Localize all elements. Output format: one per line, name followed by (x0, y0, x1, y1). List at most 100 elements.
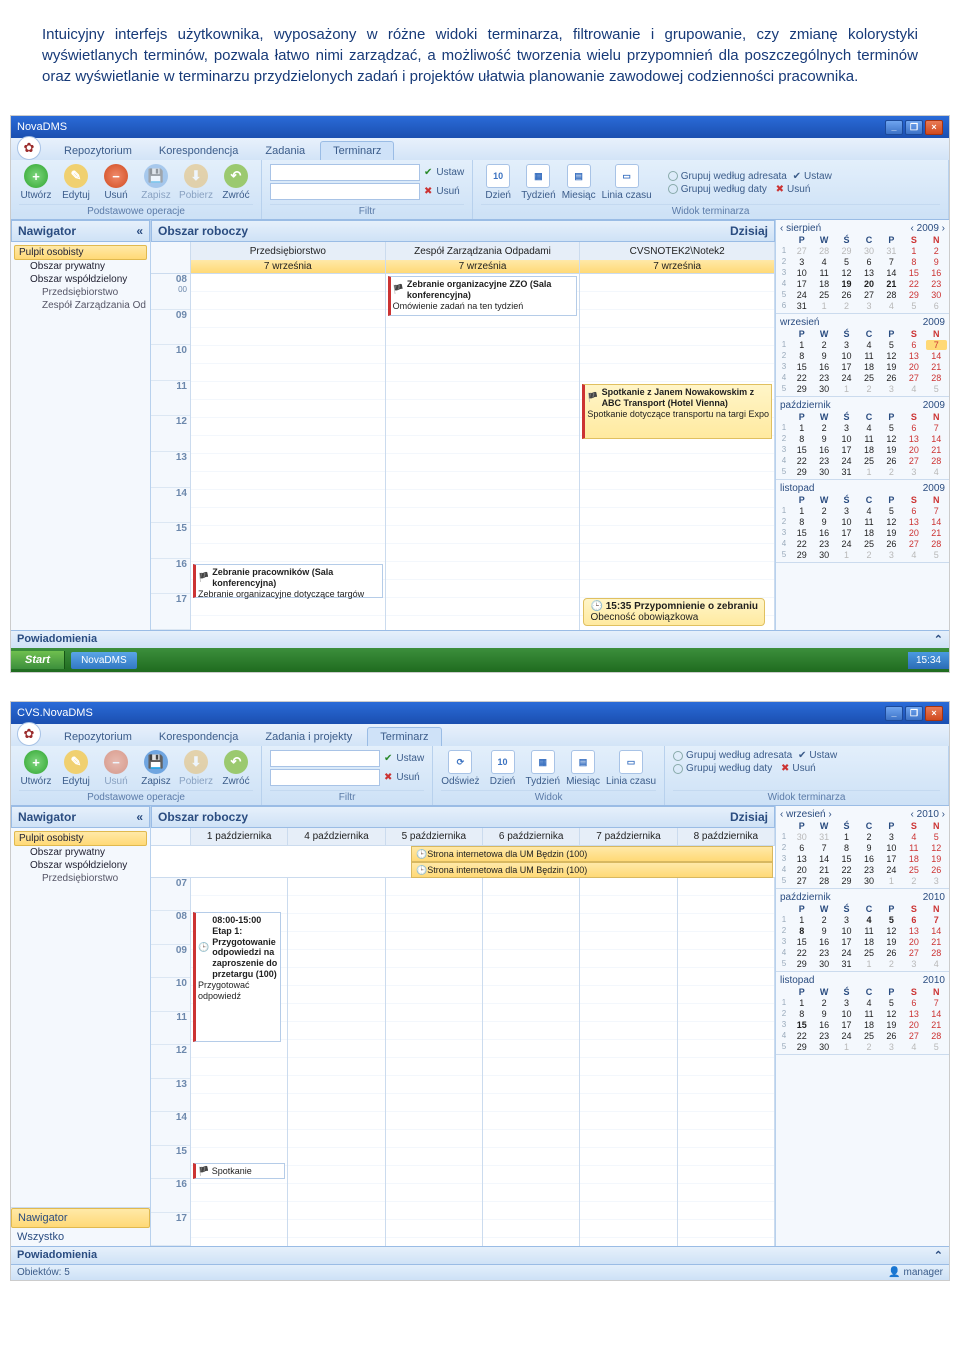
allday-event[interactable]: 🕒 Strona internetowa dla UM Będzin (100) (411, 862, 773, 878)
day-column[interactable] (483, 878, 580, 1246)
taskbar-app[interactable]: NovaDMS (71, 652, 137, 669)
nav-item[interactable]: Przedsiębiorstwo (14, 872, 147, 885)
view-timeline[interactable]: ▭Linia czasu (602, 164, 652, 201)
minimize-icon[interactable]: _ (885, 706, 903, 721)
filter-del[interactable]: Usuń (396, 772, 419, 783)
day-column[interactable]: 🏴 Zebranie pracowników (Sala konferencyj… (191, 274, 386, 630)
save-button[interactable]: 💾Zapisz (139, 750, 173, 787)
nav-item[interactable]: Przedsiębiorstwo (14, 286, 147, 299)
mini-cal[interactable]: październik2009 PWŚCPSN11234567289101112… (776, 397, 949, 480)
view-day[interactable]: 10Dzień (481, 164, 515, 201)
gear-icon[interactable]: ✿ (17, 136, 41, 160)
navigator-title: Nawigator (18, 224, 76, 238)
view-month[interactable]: ▤Miesiąc (566, 750, 600, 787)
mini-cal[interactable]: wrzesień2009 PWŚCPSN11234567289101112131… (776, 314, 949, 397)
group-by-recipient[interactable]: Grupuj według adresata ✔ Ustaw (668, 171, 832, 182)
nav-item[interactable]: Obszar prywatny (14, 846, 147, 859)
ribbon: +Utwórz ✎Edytuj −Usuń 💾Zapisz ⬇Pobierz ↶… (11, 160, 949, 220)
nav-root[interactable]: Pulpit osobisty (14, 245, 147, 260)
create-button[interactable]: +Utwórz (19, 750, 53, 787)
save-button[interactable]: 💾Zapisz (139, 164, 173, 201)
group-by-date[interactable]: Grupuj według daty ✖ Usuń (668, 184, 832, 195)
maximize-icon[interactable]: ❐ (905, 706, 923, 721)
tab-zadania[interactable]: Zadania i projekty (253, 728, 364, 746)
today-button[interactable]: Dzisiaj (730, 224, 768, 238)
calendar-event[interactable]: 🏴 Spotkanie (193, 1163, 285, 1179)
day-column[interactable]: 🕒 08:00-15:00 Etap 1: Przygotowanie odpo… (191, 878, 288, 1246)
workspace-title: Obszar roboczy (158, 810, 248, 824)
view-month[interactable]: ▤Miesiąc (562, 164, 596, 201)
view-refresh[interactable]: ⟳Odśwież (441, 750, 479, 787)
edit-button[interactable]: ✎Edytuj (59, 164, 93, 201)
filter-input-1[interactable] (270, 164, 420, 181)
nav-item[interactable]: Obszar prywatny (14, 260, 147, 273)
filter-set[interactable]: Ustaw (396, 753, 424, 764)
delete-button[interactable]: −Usuń (99, 164, 133, 201)
tab-terminarz[interactable]: Terminarz (320, 141, 394, 160)
view-week[interactable]: ▦Tydzień (526, 750, 560, 787)
nav-item[interactable]: Obszar współdzielony (14, 273, 147, 286)
filter-input-2[interactable] (270, 769, 380, 786)
get-button[interactable]: ⬇Pobierz (179, 750, 213, 787)
view-week[interactable]: ▦Tydzień (521, 164, 555, 201)
nav-item[interactable]: Zespół Zarządzania Od (14, 299, 147, 312)
delete-button[interactable]: −Usuń (99, 750, 133, 787)
mini-cal[interactable]: ‹ wrzesień ›‹ 2010 › PWŚCPSN130311234526… (776, 806, 949, 889)
return-button[interactable]: ↶Zwróć (219, 750, 253, 787)
collapse-icon[interactable]: « (136, 810, 143, 824)
calendar-event[interactable]: 🏴 Zebranie pracowników (Sala konferencyj… (193, 564, 383, 598)
tab-terminarz[interactable]: Terminarz (367, 727, 441, 746)
column-header: Zespół Zarządzania Odpadami (386, 242, 580, 260)
group-by-recipient[interactable]: Grupuj według adresata ✔ Ustaw (673, 750, 940, 761)
start-button[interactable]: Start (11, 651, 65, 669)
filter-input-1[interactable] (270, 750, 380, 767)
mini-cal[interactable]: ‹ sierpień‹ 2009 › PWŚCPSN12728293031122… (776, 220, 949, 314)
day-column[interactable]: 🏴 Zebranie organizacyjne ZZO (Sala konfe… (386, 274, 581, 630)
today-button[interactable]: Dzisiaj (730, 810, 768, 824)
day-column[interactable] (580, 878, 677, 1246)
minimize-icon[interactable]: _ (885, 120, 903, 135)
view-day[interactable]: 10Dzień (486, 750, 520, 787)
create-button[interactable]: +Utwórz (19, 164, 53, 201)
ribbon-group-ops: Podstawowe operacje (19, 790, 253, 804)
edit-button[interactable]: ✎Edytuj (59, 750, 93, 787)
filter-input-2[interactable] (270, 183, 420, 200)
nav-bottom-tab[interactable]: Nawigator (11, 1208, 150, 1228)
expand-icon[interactable]: ⌃ (934, 1249, 943, 1262)
tab-korespondencja[interactable]: Korespondencja (147, 142, 251, 160)
day-column[interactable] (386, 878, 483, 1246)
tab-zadania[interactable]: Zadania (253, 142, 317, 160)
tab-korespondencja[interactable]: Korespondencja (147, 728, 251, 746)
return-button[interactable]: ↶Zwróć (219, 164, 253, 201)
day-column[interactable] (678, 878, 775, 1246)
notifications-title[interactable]: Powiadomienia (17, 1249, 97, 1262)
view-timeline[interactable]: ▭Linia czasu (606, 750, 656, 787)
nav-item[interactable]: Obszar współdzielony (14, 859, 147, 872)
expand-icon[interactable]: ⌃ (934, 633, 943, 646)
notifications-title[interactable]: Powiadomienia (17, 633, 97, 646)
nav-bottom-tab[interactable]: Wszystko (11, 1228, 150, 1246)
ribbon-group-view: Widok terminarza (673, 790, 940, 804)
collapse-icon[interactable]: « (136, 224, 143, 238)
group-by-date[interactable]: Grupuj według daty ✖ Usuń (673, 763, 940, 774)
mini-cal[interactable]: listopad2009 PWŚCPSN11234567289101112131… (776, 480, 949, 563)
tab-repozytorium[interactable]: Repozytorium (52, 142, 144, 160)
allday-event[interactable]: 🕒 Strona internetowa dla UM Będzin (100) (411, 846, 773, 862)
close-icon[interactable]: × (925, 706, 943, 721)
tab-repozytorium[interactable]: Repozytorium (52, 728, 144, 746)
get-button[interactable]: ⬇Pobierz (179, 164, 213, 201)
nav-root[interactable]: Pulpit osobisty (14, 831, 147, 846)
filter-del[interactable]: Usuń (436, 186, 459, 197)
reminder-popup[interactable]: 🕒 15:35 Przypomnienie o zebraniu Obecnoś… (583, 598, 765, 626)
filter-set[interactable]: Ustaw (436, 167, 464, 178)
day-column[interactable]: 🏴 Spotkanie z Janem Nowakowskim z ABC Tr… (580, 274, 775, 630)
day-column[interactable] (288, 878, 385, 1246)
mini-cal[interactable]: październik2010 PWŚCPSN11234567289101112… (776, 889, 949, 972)
calendar-event[interactable]: 🏴 Spotkanie z Janem Nowakowskim z ABC Tr… (582, 384, 772, 439)
gear-icon[interactable]: ✿ (17, 722, 41, 746)
maximize-icon[interactable]: ❐ (905, 120, 923, 135)
calendar-event[interactable]: 🏴 Zebranie organizacyjne ZZO (Sala konfe… (388, 276, 578, 316)
calendar-event[interactable]: 🕒 08:00-15:00 Etap 1: Przygotowanie odpo… (193, 912, 281, 1042)
close-icon[interactable]: × (925, 120, 943, 135)
mini-cal[interactable]: listopad2010 PWŚCPSN11234567289101112131… (776, 972, 949, 1055)
